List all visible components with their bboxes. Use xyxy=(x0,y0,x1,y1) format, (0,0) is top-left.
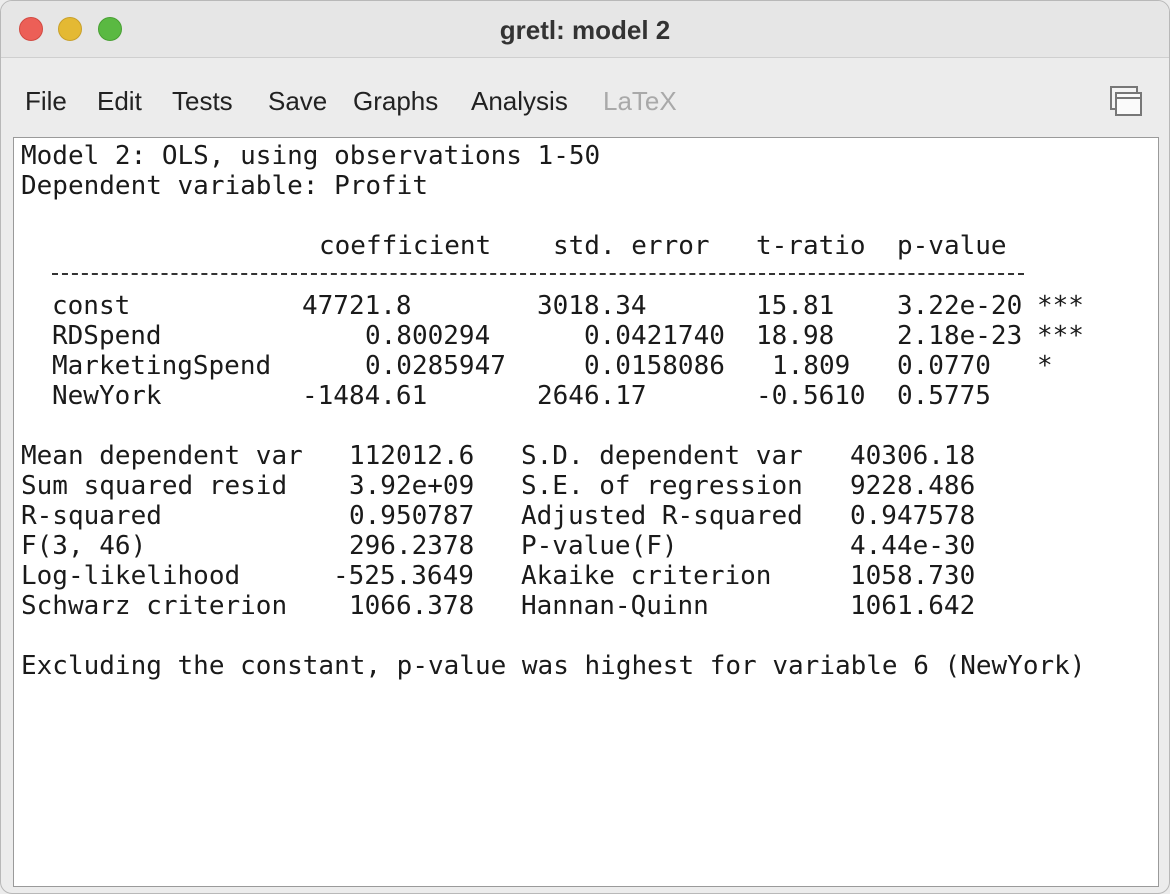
stat-label: Schwarz criterion xyxy=(21,591,288,621)
dependent-variable-line: Dependent variable: Profit xyxy=(21,171,428,201)
stat-value: 3.92e+09 xyxy=(349,471,475,501)
window-title: gretl: model 2 xyxy=(499,15,671,45)
stat-label: F(3, 46) xyxy=(21,531,147,561)
menu-file[interactable]: File xyxy=(25,86,67,117)
stat-label: Log-likelihood xyxy=(21,561,241,591)
stat-label: Sum squared resid xyxy=(21,471,288,501)
col-header-std-error: std. error xyxy=(553,231,710,261)
table-separator xyxy=(52,273,1024,275)
coef-row-t: 1.809 xyxy=(772,351,851,381)
coef-row-coef: -1484.61 xyxy=(302,381,428,411)
model-header: Model 2: OLS, using observations 1-50 xyxy=(21,141,601,171)
coef-row-coef: 0.800294 xyxy=(365,321,491,351)
stat-value: 296.2378 xyxy=(349,531,475,561)
stat-label: Mean dependent var xyxy=(21,441,303,471)
coef-row-var: const xyxy=(52,291,131,321)
stat-value: 0.950787 xyxy=(349,501,475,531)
menu-edit[interactable]: Edit xyxy=(97,86,142,117)
coef-row-se: 2646.17 xyxy=(537,381,647,411)
stat-label: Adjusted R-squared xyxy=(521,501,803,531)
stat-label: S.E. of regression xyxy=(521,471,803,501)
window-list-icon[interactable] xyxy=(1109,84,1143,118)
col-header-p-value: p-value xyxy=(897,231,1007,261)
model-window: gretl: model 2 File Edit Tests Save Grap… xyxy=(0,0,1170,894)
stat-label: R-squared xyxy=(21,501,162,531)
coef-row-se: 0.0158086 xyxy=(584,351,725,381)
footer-note: Excluding the constant, p-value was high… xyxy=(21,651,1086,681)
coef-row-stars: * xyxy=(1037,351,1053,381)
coef-row-coef: 0.0285947 xyxy=(365,351,506,381)
coef-row-t: -0.5610 xyxy=(756,381,866,411)
stat-label: Akaike criterion xyxy=(521,561,772,591)
stat-label: P-value(F) xyxy=(521,531,678,561)
coef-row-stars: *** xyxy=(1037,321,1084,351)
stat-value: 1061.642 xyxy=(850,591,976,621)
stat-value: 40306.18 xyxy=(850,441,976,471)
coef-row-var: RDSpend xyxy=(52,321,162,351)
menu-bar: File Edit Tests Save Graphs Analysis LaT… xyxy=(1,58,1169,136)
stat-label: S.D. dependent var xyxy=(521,441,803,471)
stat-value: 112012.6 xyxy=(349,441,475,471)
coef-row-se: 3018.34 xyxy=(537,291,647,321)
coef-row-p: 3.22e-20 xyxy=(897,291,1023,321)
coef-row-t: 18.98 xyxy=(756,321,835,351)
coef-row-stars: *** xyxy=(1037,291,1084,321)
coef-row-p: 0.0770 xyxy=(897,351,991,381)
title-bar[interactable]: gretl: model 2 xyxy=(1,1,1169,58)
coef-row-coef: 47721.8 xyxy=(302,291,412,321)
stat-value: 0.947578 xyxy=(850,501,976,531)
output-text-area[interactable]: Model 2: OLS, using observations 1-50 De… xyxy=(13,137,1159,887)
menu-tests[interactable]: Tests xyxy=(172,86,233,117)
menu-analysis[interactable]: Analysis xyxy=(471,86,568,117)
coef-row-p: 2.18e-23 xyxy=(897,321,1023,351)
stat-value: 1058.730 xyxy=(850,561,976,591)
stat-label: Hannan-Quinn xyxy=(521,591,709,621)
coef-row-t: 15.81 xyxy=(756,291,835,321)
stat-value: 9228.486 xyxy=(850,471,976,501)
stat-value: 4.44e-30 xyxy=(850,531,976,561)
menu-graphs[interactable]: Graphs xyxy=(353,86,438,117)
menu-save[interactable]: Save xyxy=(268,86,327,117)
coef-row-se: 0.0421740 xyxy=(584,321,725,351)
menu-latex: LaTeX xyxy=(603,86,677,116)
stat-value: 1066.378 xyxy=(349,591,475,621)
coef-row-var: NewYork xyxy=(52,381,162,411)
stat-value: -525.3649 xyxy=(333,561,474,591)
col-header-coefficient: coefficient xyxy=(319,231,492,261)
col-header-t-ratio: t-ratio xyxy=(756,231,866,261)
coef-row-var: MarketingSpend xyxy=(52,351,272,381)
coef-row-p: 0.5775 xyxy=(897,381,991,411)
